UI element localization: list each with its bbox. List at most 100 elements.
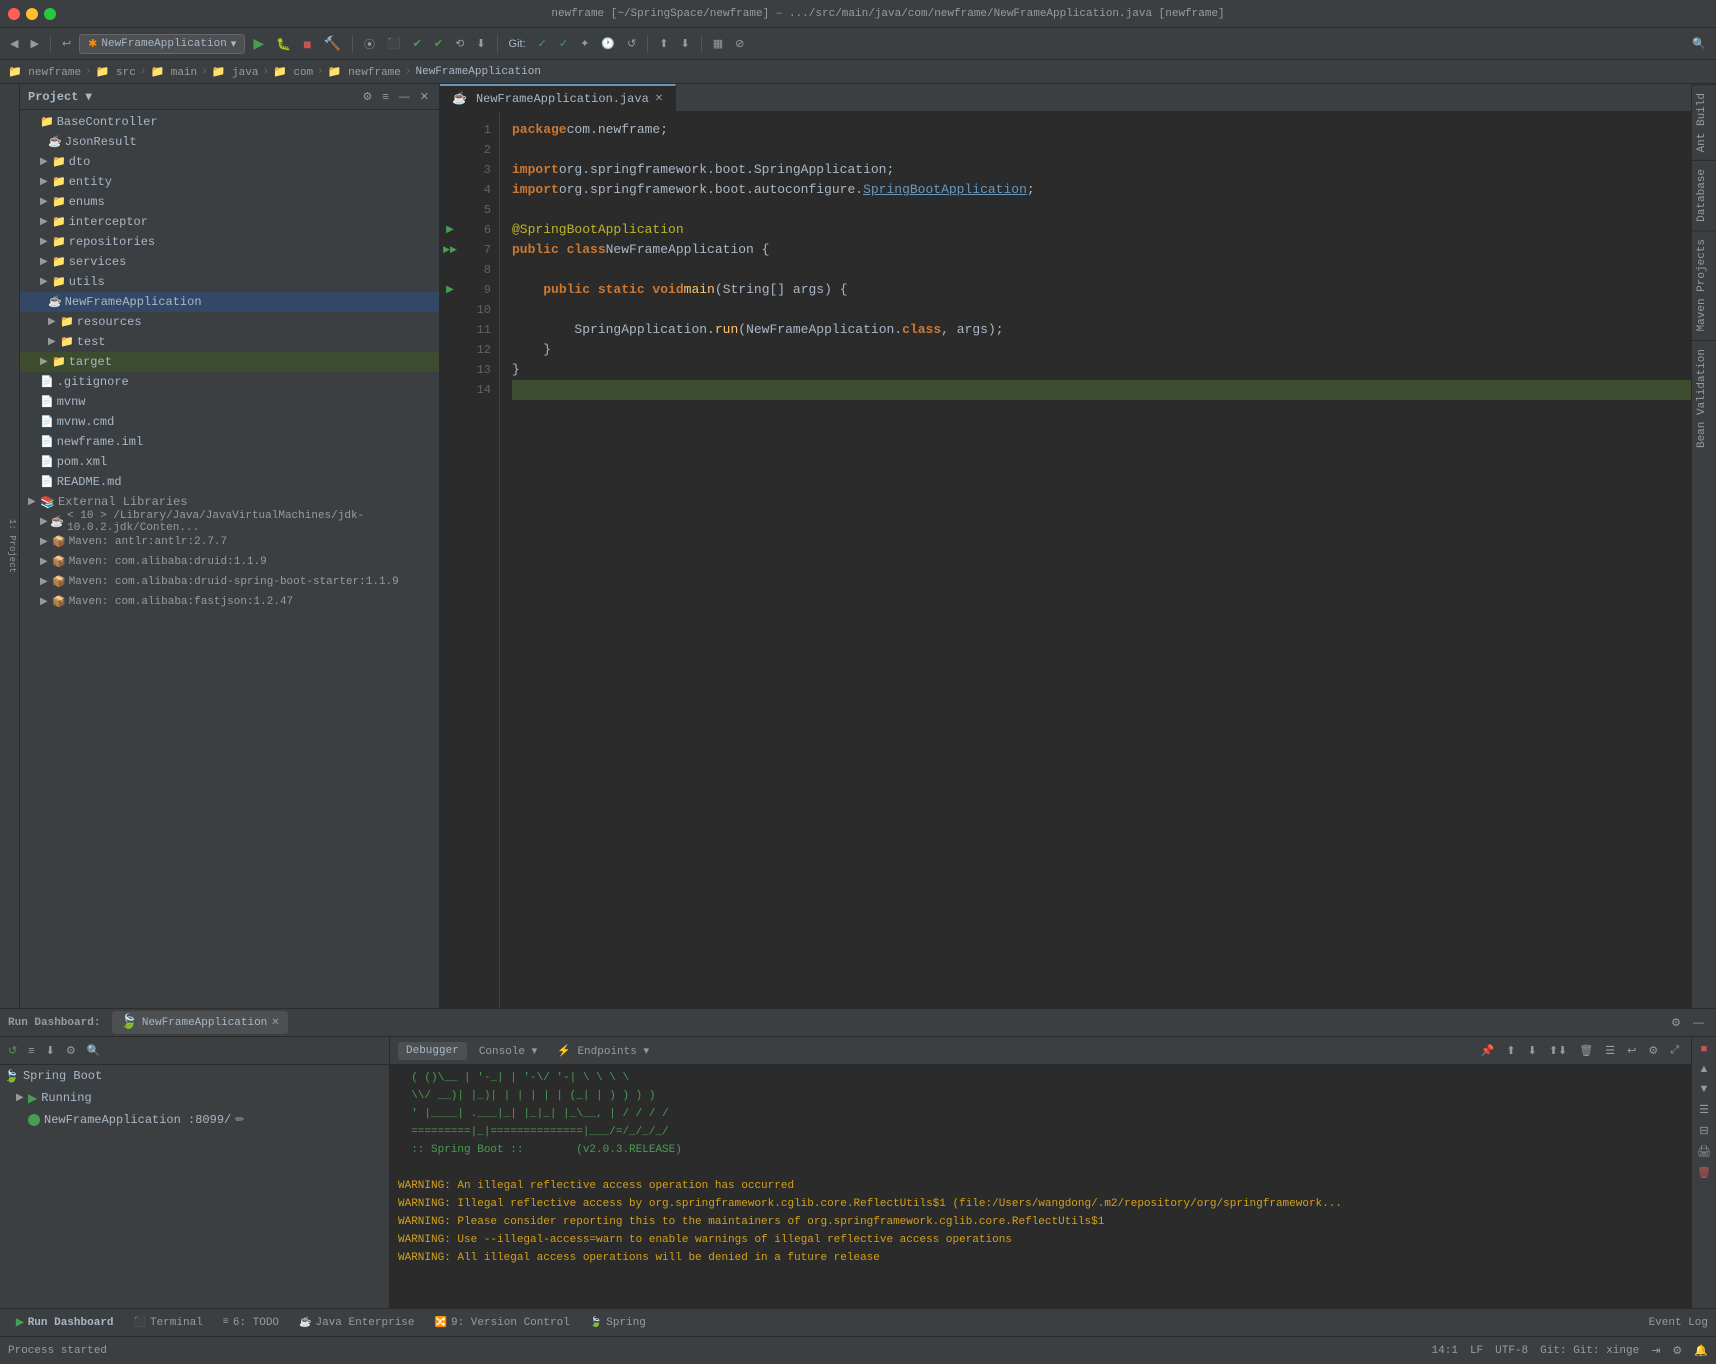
console-tab-console[interactable]: Console ▾ bbox=[471, 1041, 545, 1061]
cursor-position[interactable]: 14:1 bbox=[1432, 1345, 1458, 1357]
project-filter-btn[interactable]: ≡ bbox=[380, 90, 390, 103]
tree-item-fastjson[interactable]: ▶📦Maven: com.alibaba:fastjson:1.2.47 bbox=[20, 592, 439, 612]
console-softrap-btn[interactable]: ↩ bbox=[1623, 1042, 1640, 1059]
console-expand-btn[interactable]: ⤢ bbox=[1666, 1042, 1683, 1059]
tree-item-iml[interactable]: 📄newframe.iml bbox=[20, 432, 439, 452]
console-list-btn[interactable]: ☰ bbox=[1695, 1101, 1713, 1118]
breadcrumb-main[interactable]: 📁 main bbox=[150, 65, 197, 79]
console-align-btn[interactable]: ⬆ bbox=[1502, 1042, 1519, 1059]
tree-item-dto[interactable]: ▶📁dto bbox=[20, 152, 439, 172]
search-everywhere-button[interactable]: 🔍 bbox=[1688, 35, 1710, 52]
console-print-btn[interactable]: 🖨 bbox=[1693, 1143, 1715, 1160]
layout-button[interactable]: ▦ bbox=[709, 35, 727, 52]
console-compact-btn[interactable]: ⊟ bbox=[1695, 1122, 1712, 1139]
git-branch[interactable]: Git: Git: xinge bbox=[1540, 1345, 1639, 1357]
breadcrumb-com[interactable]: 📁 com bbox=[273, 65, 313, 79]
tree-item-services[interactable]: ▶📁services bbox=[20, 252, 439, 272]
run-scroll-btn[interactable]: ⬇ bbox=[42, 1042, 59, 1059]
settings-button[interactable]: ⊘ bbox=[731, 35, 748, 52]
line-ending[interactable]: LF bbox=[1470, 1345, 1483, 1357]
run-config-selector[interactable]: ✱ NewFrameApplication ▾ bbox=[79, 34, 245, 54]
history-button[interactable]: ⟲ bbox=[451, 35, 468, 52]
debug-button[interactable]: 🐛 bbox=[272, 35, 295, 53]
tree-item-enums[interactable]: ▶📁enums bbox=[20, 192, 439, 212]
event-log-link[interactable]: Event Log bbox=[1649, 1317, 1708, 1329]
console-align2-btn[interactable]: ⬇ bbox=[1524, 1042, 1541, 1059]
console-pin-btn[interactable]: 📌 bbox=[1477, 1042, 1499, 1059]
console-clear-btn[interactable]: 🗑 bbox=[1575, 1042, 1597, 1059]
console-tab-endpoints[interactable]: ⚡ Endpoints ▾ bbox=[549, 1041, 657, 1061]
tree-item-gitignore[interactable]: 📄.gitignore bbox=[20, 372, 439, 392]
git-revert-button[interactable]: ↺ bbox=[623, 35, 640, 52]
right-tab-maven[interactable]: Maven Projects bbox=[1692, 230, 1716, 339]
run-filter-btn[interactable]: ≡ bbox=[24, 1043, 38, 1059]
tree-item-repositories[interactable]: ▶📁repositories bbox=[20, 232, 439, 252]
tree-item-mvnw[interactable]: 📄mvnw bbox=[20, 392, 439, 412]
breadcrumb-src[interactable]: 📁 src bbox=[96, 65, 136, 79]
right-tab-ant-build[interactable]: Ant Build bbox=[1692, 84, 1716, 160]
tree-item-entity[interactable]: ▶📁entity bbox=[20, 172, 439, 192]
run-button[interactable]: ▶ bbox=[249, 33, 268, 54]
tree-item-druid[interactable]: ▶📦Maven: com.alibaba:druid:1.1.9 bbox=[20, 552, 439, 572]
push-button[interactable]: ✔ bbox=[430, 35, 447, 52]
console-scroll-btn[interactable]: ☰ bbox=[1601, 1042, 1619, 1059]
tree-item-jdk[interactable]: ▶☕< 10 > /Library/Java/JavaVirtualMachin… bbox=[20, 512, 439, 532]
run-spring-boot[interactable]: 🍃 Spring Boot bbox=[0, 1065, 389, 1087]
tree-item-jsonresult[interactable]: ☕JsonResult bbox=[20, 132, 439, 152]
app-tab-close[interactable]: ✕ bbox=[271, 1017, 279, 1029]
build-button[interactable]: 🔨 bbox=[320, 33, 345, 54]
git-push-btn[interactable]: ⬆ bbox=[655, 35, 672, 52]
tree-item-basecontroller[interactable]: 📁BaseController bbox=[20, 112, 439, 132]
file-encoding[interactable]: UTF-8 bbox=[1495, 1345, 1528, 1357]
tree-item-pom[interactable]: 📄pom.xml bbox=[20, 452, 439, 472]
profile-button[interactable]: ⬛ bbox=[383, 35, 405, 52]
footer-tab-java-enterprise[interactable]: ☕ Java Enterprise bbox=[291, 1315, 422, 1331]
tree-item-readme[interactable]: 📄README.md bbox=[20, 472, 439, 492]
footer-tab-terminal[interactable]: ⬛ Terminal bbox=[126, 1315, 211, 1331]
maximize-button[interactable] bbox=[44, 8, 56, 20]
settings-icon[interactable]: ⚙ bbox=[1672, 1344, 1682, 1358]
console-align3-btn[interactable]: ⬆⬇ bbox=[1545, 1042, 1571, 1059]
run-app-instance[interactable]: NewFrameApplication :8099/ ✏ bbox=[0, 1109, 389, 1131]
notifications-icon[interactable]: 🔔 bbox=[1694, 1344, 1708, 1358]
git-branch-button[interactable]: ✦ bbox=[576, 35, 593, 52]
scroll-down-btn[interactable]: ▼ bbox=[1695, 1081, 1714, 1097]
tree-item-external-libs[interactable]: ▶📚External Libraries bbox=[20, 492, 439, 512]
back-button[interactable]: ◀ bbox=[6, 35, 22, 52]
bottom-close-btn[interactable]: — bbox=[1689, 1015, 1708, 1031]
minimize-button[interactable] bbox=[26, 8, 38, 20]
console-tab-debugger[interactable]: Debugger bbox=[398, 1042, 467, 1060]
run-running[interactable]: ▶ ▶ Running bbox=[0, 1087, 389, 1109]
update-button[interactable]: ⬇ bbox=[472, 35, 489, 52]
breadcrumb-classname[interactable]: NewFrameApplication bbox=[416, 66, 541, 78]
breadcrumb-newframe2[interactable]: 📁 newframe bbox=[328, 65, 401, 79]
git-check-button[interactable]: ✓ bbox=[534, 35, 551, 52]
console-settings2-btn[interactable]: ⚙ bbox=[1644, 1042, 1662, 1059]
tree-item-newframeapp[interactable]: ☕NewFrameApplication bbox=[20, 292, 439, 312]
undo-button[interactable]: ↩ bbox=[58, 35, 75, 52]
project-settings-btn[interactable]: ⚙ bbox=[360, 90, 374, 103]
right-tab-bean-validation[interactable]: Bean Validation bbox=[1692, 340, 1716, 456]
code-editor[interactable]: package com.newframe; import org.springf… bbox=[500, 112, 1691, 1008]
bottom-tab-app[interactable]: 🍃 NewFrameApplication ✕ bbox=[112, 1011, 287, 1034]
scroll-up-btn[interactable]: ▲ bbox=[1695, 1061, 1714, 1077]
tree-item-utils[interactable]: ▶📁utils bbox=[20, 272, 439, 292]
git-pull-btn[interactable]: ⬇ bbox=[676, 35, 693, 52]
forward-button[interactable]: ▶ bbox=[26, 35, 42, 52]
close-button[interactable] bbox=[8, 8, 20, 20]
footer-tab-todo[interactable]: ≡ 6: TODO bbox=[215, 1315, 287, 1331]
footer-tab-spring[interactable]: 🍃 Spring bbox=[582, 1315, 654, 1331]
run-settings-btn[interactable]: ⚙ bbox=[62, 1042, 80, 1059]
commit-button[interactable]: ✔ bbox=[409, 35, 426, 52]
right-tab-database[interactable]: Database bbox=[1692, 160, 1716, 230]
git-time-button[interactable]: 🕐 bbox=[597, 35, 619, 52]
delete-btn[interactable]: 🗑 bbox=[1693, 1164, 1715, 1181]
tree-item-antlr[interactable]: ▶📦Maven: antlr:antlr:2.7.7 bbox=[20, 532, 439, 552]
bottom-settings-btn[interactable]: ⚙ bbox=[1667, 1014, 1685, 1031]
git-check2-button[interactable]: ✓ bbox=[555, 35, 572, 52]
project-collapse-btn[interactable]: — bbox=[397, 90, 412, 103]
tab-close-icon[interactable]: ✕ bbox=[655, 93, 663, 105]
project-close-btn[interactable]: ✕ bbox=[418, 90, 431, 103]
breadcrumb-newframe[interactable]: 📁 newframe bbox=[8, 65, 81, 79]
breadcrumb-java[interactable]: 📁 java bbox=[212, 65, 259, 79]
